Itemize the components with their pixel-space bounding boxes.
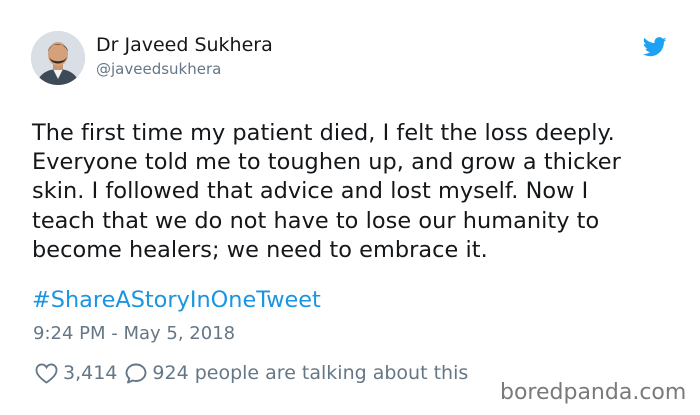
author-handle[interactable]: @javeedsukhera	[96, 60, 221, 78]
avatar[interactable]	[31, 31, 85, 85]
watermark: boredpanda.com	[500, 380, 687, 405]
twitter-bird-icon[interactable]	[642, 37, 667, 57]
tweet-text-line: The first time my patient died, I felt t…	[32, 120, 615, 146]
author-name[interactable]: Dr Javeed Sukhera	[96, 34, 273, 56]
talking-count[interactable]: 924 people are talking about this	[152, 362, 468, 384]
tweet-card: Dr Javeed Sukhera @javeedsukhera The fir…	[0, 0, 700, 415]
engagement-bar: 3,414 924 people are talking about this	[35, 358, 468, 388]
tweet-text-line: teach that we do not have to lose our hu…	[32, 207, 600, 234]
comment-bubble-icon[interactable]	[125, 363, 147, 384]
tweet-text-line: become healers; we need to embrace it.	[32, 236, 488, 263]
tweet-text-line: skin. I followed that advice and lost my…	[32, 178, 589, 205]
like-count: 3,414	[63, 362, 118, 384]
profile-photo-icon	[31, 31, 85, 85]
tweet-text-line: Everyone told me to toughen up, and grow…	[32, 149, 621, 176]
tweet-timestamp[interactable]: 9:24 PM - May 5, 2018	[33, 323, 235, 344]
heart-icon[interactable]	[35, 363, 58, 384]
hashtag-link[interactable]: #ShareAStoryInOneTweet	[32, 286, 321, 315]
tweet-text: The first time my patient died, I felt t…	[32, 119, 682, 265]
